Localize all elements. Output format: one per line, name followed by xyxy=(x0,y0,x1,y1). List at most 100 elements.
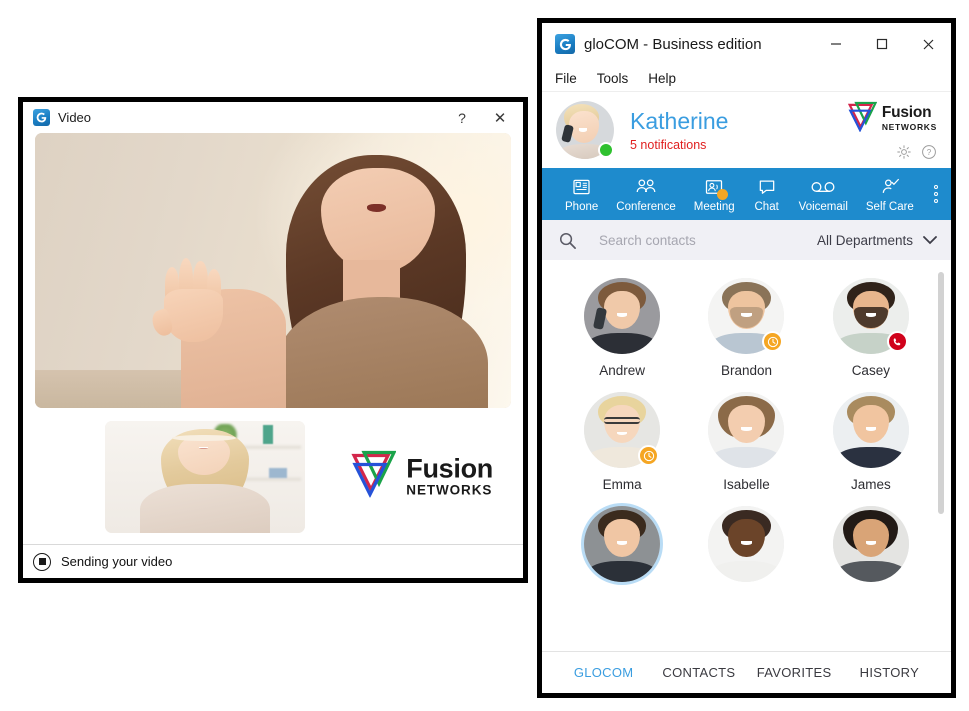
minimize-icon[interactable] xyxy=(813,24,859,64)
contact-avatar-wrap xyxy=(708,392,785,468)
svg-text:?: ? xyxy=(927,148,932,157)
toolbar-button-conference[interactable]: Conference xyxy=(607,176,684,213)
toolbar-label-meeting: Meeting xyxy=(693,200,735,213)
contact-item-7[interactable] xyxy=(560,498,684,597)
contact-item-emma[interactable]: Emma xyxy=(560,384,684,498)
video-window-titlebar: Video ? ✕ xyxy=(23,102,523,133)
self-care-icon xyxy=(879,176,901,198)
search-icon[interactable] xyxy=(558,231,577,250)
fusion-networks-logo: Fusion NETWORKS xyxy=(843,101,937,137)
contact-name: James xyxy=(850,477,891,492)
menu-item-tools[interactable]: Tools xyxy=(597,71,629,86)
profile-avatar-wrap[interactable] xyxy=(556,101,614,159)
contact-item-9[interactable] xyxy=(809,498,933,597)
fusion-triangle-icon xyxy=(344,450,397,503)
meeting-notification-badge xyxy=(717,188,729,200)
fusion-brand-sub: NETWORKS xyxy=(406,482,493,498)
self-video-person xyxy=(139,427,271,533)
video-help-button[interactable]: ? xyxy=(443,105,481,131)
search-bar: All Departments xyxy=(542,220,951,260)
video-window-inner: Video ? ✕ Fusion NETWORKS Sending your v… xyxy=(23,102,523,578)
person-neck xyxy=(343,260,400,303)
menu-item-file[interactable]: File xyxy=(555,71,577,86)
toolbar-label-self-care: Self Care xyxy=(865,200,914,213)
header-icons: ? xyxy=(896,144,937,160)
fusion-brand-name: Fusion xyxy=(881,104,932,122)
palm xyxy=(163,289,224,342)
chevron-down-icon xyxy=(923,235,937,245)
fusion-logo-text: Fusion NETWORKS xyxy=(882,105,937,132)
avatar-smile xyxy=(616,540,628,545)
contact-item-casey[interactable]: Casey xyxy=(809,270,933,384)
avatar xyxy=(832,392,909,468)
self-video-preview[interactable] xyxy=(105,420,305,533)
department-filter[interactable]: All Departments xyxy=(817,233,937,248)
toolbar-items: Phone Conference Meeting Chat Voicemail … xyxy=(556,176,923,213)
contact-avatar-wrap xyxy=(832,506,909,582)
maximize-icon[interactable] xyxy=(859,24,905,64)
toolbar-button-meeting[interactable]: Meeting xyxy=(685,176,744,213)
contact-avatar-wrap xyxy=(584,506,661,582)
search-input[interactable] xyxy=(599,232,817,248)
close-icon[interactable] xyxy=(905,24,951,64)
avatar xyxy=(584,278,661,354)
contact-name: Isabelle xyxy=(723,477,770,492)
avatar-smile xyxy=(741,540,752,545)
tab-glocom[interactable]: GLOCOM xyxy=(556,665,651,680)
contact-item-andrew[interactable]: Andrew xyxy=(560,270,684,384)
menu-item-help[interactable]: Help xyxy=(648,71,676,86)
avatar-smile xyxy=(865,312,877,317)
tab-contacts[interactable]: CONTACTS xyxy=(651,665,746,680)
contact-item-james[interactable]: James xyxy=(809,384,933,498)
notifications-count[interactable]: 5 notifications xyxy=(630,138,843,152)
chat-bubble-icon xyxy=(756,176,778,198)
contact-avatar-wrap xyxy=(832,278,909,354)
person-mouth xyxy=(366,203,387,213)
contact-name: Emma xyxy=(602,477,642,492)
profile-name[interactable]: Katherine xyxy=(630,108,843,134)
contacts-grid: Andrew Brandon Casey Emma Isabelle James xyxy=(542,260,951,597)
group-icon xyxy=(634,176,658,198)
department-filter-label: All Departments xyxy=(816,232,913,248)
help-circle-icon[interactable]: ? xyxy=(921,144,937,160)
self-body xyxy=(139,484,271,533)
remote-video-person xyxy=(181,144,492,408)
fusion-brand-sub: NETWORKS xyxy=(881,121,937,132)
avatar-smile xyxy=(865,540,877,545)
tab-history[interactable]: HISTORY xyxy=(842,665,937,680)
contact-item-isabelle[interactable]: Isabelle xyxy=(684,384,808,498)
contact-name: Brandon xyxy=(720,363,773,378)
toolbar-button-voicemail[interactable]: Voicemail xyxy=(790,176,857,213)
tab-favorites[interactable]: FAVORITES xyxy=(747,665,842,680)
gear-icon[interactable] xyxy=(896,144,912,160)
toolbar-label-chat: Chat xyxy=(754,200,779,213)
bottom-tab-bar: GLOCOM CONTACTS FAVORITES HISTORY xyxy=(542,651,951,693)
contact-item-brandon[interactable]: Brandon xyxy=(684,270,808,384)
avatar-smile xyxy=(741,426,752,431)
toolbar-button-phone[interactable]: Phone xyxy=(556,176,607,213)
toolbar-button-self-care[interactable]: Self Care xyxy=(857,176,923,213)
contacts-scrollbar[interactable] xyxy=(938,272,944,514)
profile-header: Katherine 5 notifications Fusion NETWORK… xyxy=(542,92,951,168)
contact-item-8[interactable] xyxy=(684,498,808,597)
fusion-brand-name: Fusion xyxy=(406,453,493,484)
contact-avatar-wrap xyxy=(832,392,909,468)
glocom-titlebar: gloCOM - Business edition xyxy=(542,23,951,65)
more-vertical-icon[interactable] xyxy=(923,185,949,203)
profile-text: Katherine 5 notifications xyxy=(630,108,843,151)
fusion-networks-logo: Fusion NETWORKS xyxy=(344,450,493,503)
avatar-body xyxy=(584,332,661,354)
fusion-triangle-icon xyxy=(843,101,878,137)
stop-recording-icon[interactable] xyxy=(33,552,51,571)
contacts-panel: Andrew Brandon Casey Emma Isabelle James xyxy=(542,260,951,651)
toolbar-button-chat[interactable]: Chat xyxy=(744,176,790,213)
toolbar-label-phone: Phone xyxy=(565,200,599,213)
video-close-button[interactable]: ✕ xyxy=(481,105,519,131)
status-badge-away xyxy=(638,445,660,466)
self-view-row: Fusion NETWORKS xyxy=(31,408,515,544)
glocom-window-title: gloCOM - Business edition xyxy=(584,35,762,53)
video-window: Video ? ✕ Fusion NETWORKS Sending your v… xyxy=(18,97,528,583)
avatar xyxy=(832,506,909,582)
meeting-icon xyxy=(703,176,729,200)
remote-video-feed[interactable] xyxy=(35,133,511,408)
